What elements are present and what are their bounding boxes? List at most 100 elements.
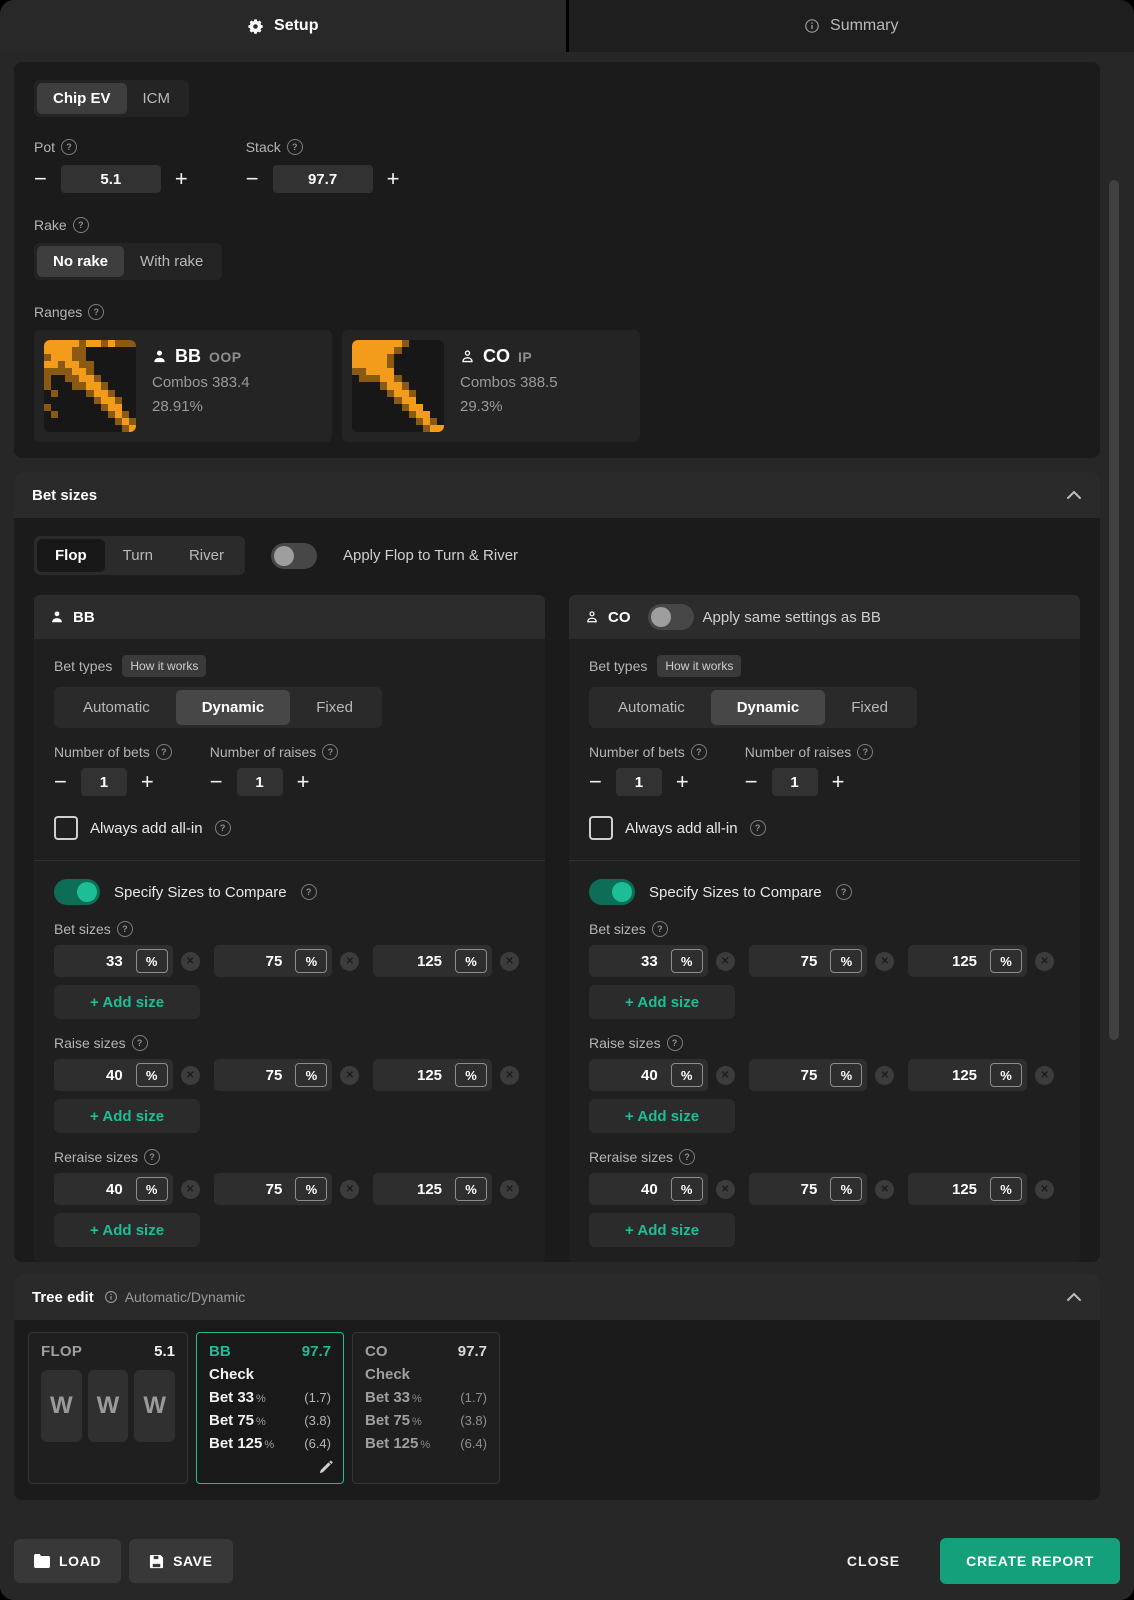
tree-node-bb[interactable]: BB 97.7 Check Bet 33% (1.7) Bet 75% (3.8) Bet… xyxy=(196,1332,344,1484)
add-size-button[interactable]: + Add size xyxy=(54,1099,201,1133)
remove-size-button[interactable]: ✕ xyxy=(340,1179,360,1199)
stack-input[interactable]: 97.7 xyxy=(272,165,373,193)
raises-minus-button[interactable]: − xyxy=(745,771,758,793)
remove-size-button[interactable]: ✕ xyxy=(340,951,360,971)
close-button[interactable]: CLOSE xyxy=(841,1552,906,1570)
tab-summary[interactable]: Summary xyxy=(568,0,1134,52)
scrollbar-thumb[interactable] xyxy=(1109,180,1119,1040)
size-input[interactable]: 75% xyxy=(748,945,868,977)
remove-size-button[interactable]: ✕ xyxy=(500,951,520,971)
raises-minus-button[interactable]: − xyxy=(210,771,223,793)
remove-size-button[interactable]: ✕ xyxy=(715,1179,735,1199)
add-size-button[interactable]: + Add size xyxy=(589,985,736,1019)
card-back-placeholder[interactable]: W xyxy=(87,1370,129,1442)
size-input[interactable]: 125% xyxy=(908,1173,1028,1205)
size-input[interactable]: 75% xyxy=(748,1059,868,1091)
bets-plus-button[interactable]: + xyxy=(676,771,689,793)
bets-minus-button[interactable]: − xyxy=(54,771,67,793)
remove-size-button[interactable]: ✕ xyxy=(875,951,895,971)
bets-value[interactable]: 1 xyxy=(80,768,127,796)
remove-size-button[interactable]: ✕ xyxy=(500,1179,520,1199)
add-size-button[interactable]: + Add size xyxy=(589,1099,736,1133)
how-it-works-link[interactable]: How it works xyxy=(657,655,742,677)
mode-icm[interactable]: ICM xyxy=(127,83,187,114)
always-add-allin-checkbox[interactable] xyxy=(589,816,613,840)
bet-sizes-header[interactable]: Bet sizes xyxy=(14,472,1100,518)
raises-value[interactable]: 1 xyxy=(236,768,283,796)
size-input[interactable]: 40% xyxy=(589,1059,708,1091)
add-size-button[interactable]: + Add size xyxy=(54,1213,201,1247)
tab-setup[interactable]: Setup xyxy=(0,0,566,52)
card-back-placeholder[interactable]: W xyxy=(41,1370,82,1442)
card-back-placeholder[interactable]: W xyxy=(134,1370,176,1442)
size-input[interactable]: 125% xyxy=(908,1059,1028,1091)
load-button[interactable]: LOAD xyxy=(14,1539,122,1583)
rake-with-rake[interactable]: With rake xyxy=(124,246,219,277)
pot-input[interactable]: 5.1 xyxy=(60,165,161,193)
add-size-button[interactable]: + Add size xyxy=(589,1213,736,1247)
size-input[interactable]: 125% xyxy=(373,1173,493,1205)
bets-value[interactable]: 1 xyxy=(615,768,662,796)
remove-size-button[interactable]: ✕ xyxy=(1035,1065,1055,1085)
chevron-up-icon[interactable] xyxy=(1066,490,1082,500)
tab-flop[interactable]: Flop xyxy=(37,539,105,572)
remove-size-button[interactable]: ✕ xyxy=(715,951,735,971)
size-input[interactable]: 125% xyxy=(373,945,493,977)
remove-size-button[interactable]: ✕ xyxy=(340,1065,360,1085)
bet-type-automatic[interactable]: Automatic xyxy=(57,690,176,725)
rake-no-rake[interactable]: No rake xyxy=(37,246,125,277)
range-card-bb[interactable]: BB OOP Combos 383.4 28.91% xyxy=(34,330,332,442)
remove-size-button[interactable]: ✕ xyxy=(715,1065,735,1085)
size-input[interactable]: 40% xyxy=(54,1059,173,1091)
create-report-button[interactable]: CREATE REPORT xyxy=(940,1538,1120,1584)
remove-size-button[interactable]: ✕ xyxy=(1035,1179,1055,1199)
remove-size-button[interactable]: ✕ xyxy=(180,1179,200,1199)
raises-plus-button[interactable]: + xyxy=(832,771,845,793)
add-size-button[interactable]: + Add size xyxy=(54,985,201,1019)
size-input[interactable]: 75% xyxy=(213,945,333,977)
range-card-co[interactable]: CO IP Combos 388.5 29.3% xyxy=(342,330,640,442)
bet-type-dynamic[interactable]: Dynamic xyxy=(175,690,291,725)
chevron-up-icon[interactable] xyxy=(1066,1292,1082,1302)
how-it-works-link[interactable]: How it works xyxy=(122,655,207,677)
size-input[interactable]: 125% xyxy=(373,1059,493,1091)
mode-chip-ev[interactable]: Chip EV xyxy=(37,83,127,114)
size-input[interactable]: 40% xyxy=(54,1173,173,1205)
size-input[interactable]: 125% xyxy=(908,945,1028,977)
size-input[interactable]: 75% xyxy=(213,1059,333,1091)
tree-node-co[interactable]: CO 97.7 Check Bet 33% (1.7) Bet 75% (3.8) Bet… xyxy=(352,1332,500,1484)
pot-plus-button[interactable]: + xyxy=(175,168,188,190)
size-input[interactable]: 33% xyxy=(589,945,708,977)
remove-size-button[interactable]: ✕ xyxy=(875,1179,895,1199)
save-button[interactable]: SAVE xyxy=(129,1539,233,1583)
size-input[interactable]: 75% xyxy=(213,1173,333,1205)
bet-type-fixed[interactable]: Fixed xyxy=(825,690,914,725)
tree-edit-header[interactable]: Tree edit Automatic/Dynamic xyxy=(14,1274,1100,1320)
remove-size-button[interactable]: ✕ xyxy=(1035,951,1055,971)
specify-sizes-toggle[interactable] xyxy=(589,879,635,905)
remove-size-button[interactable]: ✕ xyxy=(180,951,200,971)
pencil-edit-icon[interactable] xyxy=(318,1460,333,1475)
size-input[interactable]: 33% xyxy=(54,945,173,977)
bets-plus-button[interactable]: + xyxy=(141,771,154,793)
always-add-allin-checkbox[interactable] xyxy=(54,816,78,840)
pot-minus-button[interactable]: − xyxy=(34,168,47,190)
raises-value[interactable]: 1 xyxy=(771,768,818,796)
stack-minus-button[interactable]: − xyxy=(246,168,259,190)
bet-type-automatic[interactable]: Automatic xyxy=(592,690,711,725)
apply-same-settings-toggle[interactable] xyxy=(647,604,694,630)
tab-turn[interactable]: Turn xyxy=(105,539,171,572)
remove-size-button[interactable]: ✕ xyxy=(875,1065,895,1085)
size-input[interactable]: 75% xyxy=(748,1173,868,1205)
bets-minus-button[interactable]: − xyxy=(589,771,602,793)
bet-type-dynamic[interactable]: Dynamic xyxy=(710,690,826,725)
apply-flop-toggle[interactable] xyxy=(270,542,317,569)
bet-type-fixed[interactable]: Fixed xyxy=(290,690,379,725)
tree-node-flop[interactable]: FLOP 5.1 WWW xyxy=(28,1332,188,1484)
specify-sizes-toggle[interactable] xyxy=(54,879,100,905)
tab-river[interactable]: River xyxy=(171,539,242,572)
size-input[interactable]: 40% xyxy=(589,1173,708,1205)
stack-plus-button[interactable]: + xyxy=(387,168,400,190)
remove-size-button[interactable]: ✕ xyxy=(500,1065,520,1085)
raises-plus-button[interactable]: + xyxy=(297,771,310,793)
